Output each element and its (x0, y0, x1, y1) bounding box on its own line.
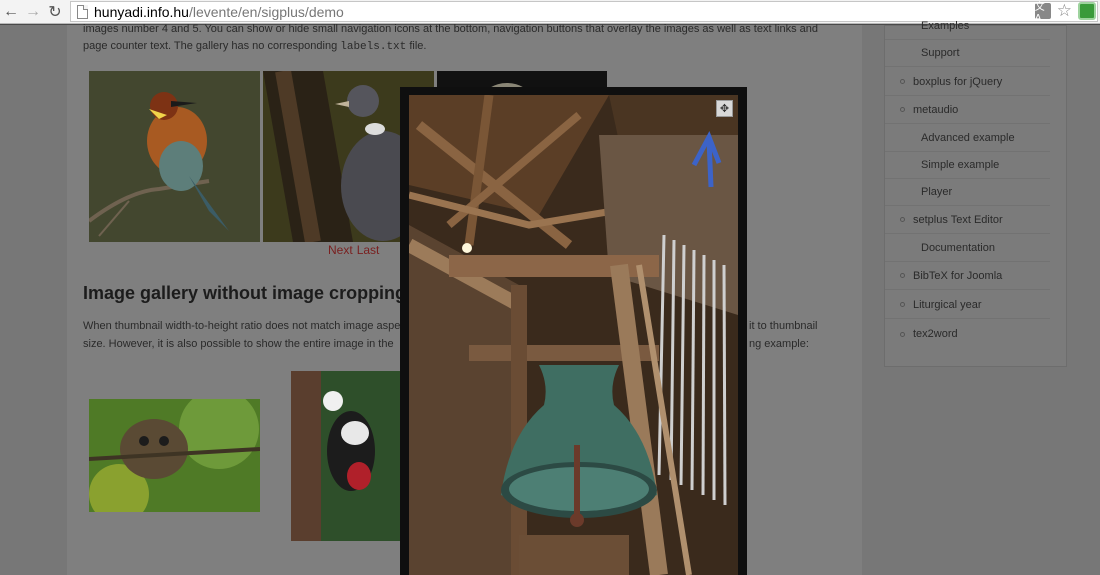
sidebar-item-boxplus[interactable]: boxplus for jQuery (885, 68, 1050, 96)
paragraph-line2-right: ng example: (749, 338, 809, 350)
paragraph-line1-left: When thumbnail width-to-height ratio doe… (83, 320, 401, 332)
sidebar-item-setplus[interactable]: setplus Text Editor (885, 206, 1050, 234)
url-path: /levente/en/sigplus/demo (188, 3, 344, 20)
sidebar-item-advanced-example[interactable]: Advanced example (885, 124, 1050, 152)
fullscreen-icon[interactable]: ✥ (716, 100, 733, 117)
thumbnail-woodpecker[interactable] (291, 371, 406, 541)
sidebar-item-support[interactable]: Support (885, 39, 1050, 67)
sidebar-item-metaudio[interactable]: metaudio (885, 96, 1050, 124)
sidebar-item-tex2word[interactable]: tex2word (885, 320, 1050, 348)
bullet-icon (900, 217, 905, 222)
last-link[interactable]: Last (357, 243, 380, 257)
intro-text-line2: page counter text. The gallery has no co… (83, 40, 427, 53)
bullet-icon (900, 273, 905, 278)
sidebar-item-bibtex[interactable]: BibTeX for Joomla (885, 262, 1050, 290)
sidebar-item-documentation[interactable]: Documentation (885, 234, 1050, 262)
bookmark-star-icon[interactable]: ☆ (1057, 2, 1072, 19)
thumbnail-bee-eater[interactable] (89, 71, 260, 242)
back-button[interactable]: ← (0, 1, 22, 23)
gallery-pager: Next Last (328, 243, 383, 257)
bullet-icon (900, 331, 905, 337)
sidebar-item-liturgical-year[interactable]: Liturgical year (885, 291, 1050, 319)
sidebar-menu: Examples Support boxplus for jQuery meta… (884, 20, 1067, 367)
bullet-icon (900, 302, 905, 307)
paragraph-line1-right: it to thumbnail (749, 320, 818, 332)
next-link[interactable]: Next (328, 243, 353, 257)
thumbnail-owl[interactable] (89, 399, 260, 512)
forward-button[interactable]: → (22, 1, 44, 23)
sidebar-item-simple-example[interactable]: Simple example (885, 151, 1050, 179)
bullet-icon (900, 79, 905, 84)
intro-text-line1: images number 4 and 5. You can show or h… (83, 23, 818, 35)
section-heading: Image gallery without image cropping (83, 283, 407, 303)
url-host: hunyadi.info.hu (94, 3, 189, 20)
reload-button[interactable]: ↻ (44, 1, 66, 23)
sidebar-item-examples[interactable]: Examples (885, 12, 1050, 40)
sidebar-item-player[interactable]: Player (885, 178, 1050, 206)
labels-file-code: labels.txt (340, 41, 407, 53)
paragraph-line2-left: size. However, it is also possible to sh… (83, 338, 394, 350)
bullet-icon (900, 107, 905, 112)
lightbox-image-bell[interactable] (409, 95, 738, 575)
extension-icon[interactable] (1078, 2, 1096, 20)
page-icon (77, 4, 88, 19)
